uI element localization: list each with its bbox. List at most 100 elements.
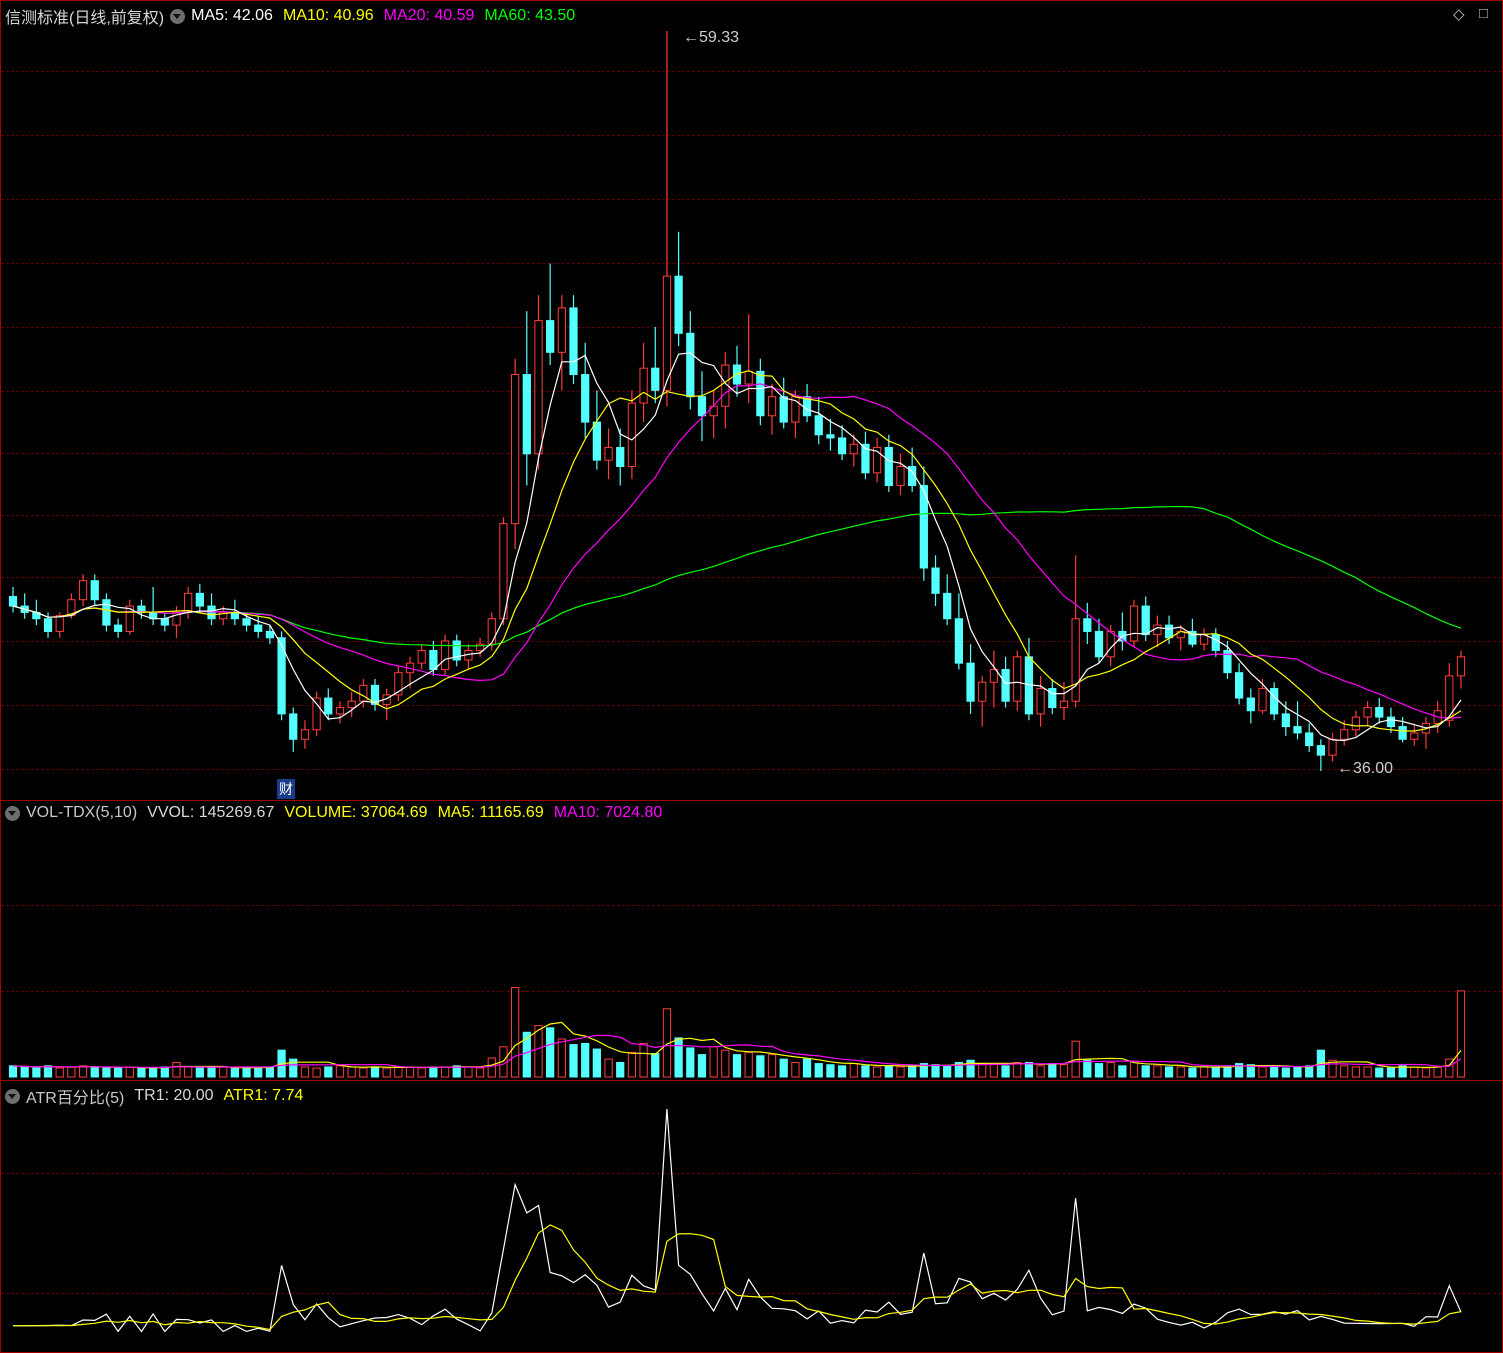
candle-body [616, 446, 625, 467]
candle-body [1281, 713, 1290, 728]
volume-pane[interactable]: VOL-TDX(5,10) VVOL: 145269.67 VOLUME: 37… [0, 800, 1503, 1081]
window-icon[interactable]: □ [1479, 5, 1488, 22]
candle-body [522, 374, 531, 455]
candle-body [1141, 605, 1150, 636]
volume-bar [1258, 1066, 1267, 1078]
kline-pane[interactable]: 信测标准(日线,前复权) MA5: 42.06 MA10: 40.96 MA20… [0, 0, 1503, 801]
volume-bar [569, 1044, 578, 1078]
volume-bar [1410, 1066, 1419, 1078]
volume-bar [767, 1054, 777, 1078]
candle-body [814, 415, 823, 436]
volume-bar [394, 1066, 403, 1078]
volume-bar [674, 1037, 683, 1078]
diamond-icon[interactable]: ◇ [1453, 5, 1465, 23]
volume-bar [370, 1066, 380, 1078]
volume-bar [511, 987, 520, 1078]
candle-body [184, 592, 193, 613]
volume-bar [172, 1061, 181, 1078]
volume-bar [873, 1066, 882, 1078]
volume-bar [195, 1067, 204, 1078]
volume-bar [1293, 1066, 1302, 1078]
volume-value: VOLUME: 37064.69 [284, 804, 428, 821]
volume-bar [67, 1066, 76, 1078]
candle-body [195, 592, 204, 607]
finance-badge[interactable]: 财 [277, 779, 295, 799]
vol-ma5-value: MA5: 11165.69 [437, 804, 544, 821]
atr-indicator-name[interactable]: ATR百分比(5) [26, 1084, 124, 1108]
volume-bar [347, 1066, 356, 1078]
candle-body [160, 618, 169, 626]
candle-body [43, 618, 53, 632]
candle-body [429, 649, 438, 670]
volume-bar [931, 1064, 940, 1078]
volume-bar [1188, 1067, 1197, 1078]
volume-bar [335, 1065, 345, 1078]
collapse-icon[interactable] [170, 8, 186, 24]
volume-bar [1164, 1066, 1174, 1078]
volume-bar [592, 1048, 601, 1078]
volume-bar [359, 1067, 368, 1078]
volume-bar [125, 1066, 134, 1078]
candle-body [1246, 697, 1255, 712]
vol-indicator-name[interactable]: VOL-TDX(5,10) [26, 804, 137, 822]
candle-body [1386, 716, 1396, 728]
volume-bar [137, 1067, 146, 1078]
volume-bar [219, 1066, 228, 1078]
candle-body [826, 434, 835, 439]
candle-body [55, 615, 64, 632]
volume-bar [230, 1067, 239, 1078]
volume-bar [464, 1066, 473, 1078]
candle-body [1071, 618, 1080, 702]
candle-body [1375, 707, 1384, 718]
volume-bar [627, 1051, 637, 1078]
candle-body [1398, 726, 1407, 740]
high-price-value: 59.33 [699, 29, 740, 46]
main-legend: 信测标准(日线,前复权) MA5: 42.06 MA10: 40.96 MA20… [5, 4, 585, 28]
volume-bar [475, 1067, 485, 1078]
candle-body [312, 697, 321, 731]
volume-bar [989, 1064, 999, 1078]
volume-bar [1153, 1065, 1162, 1078]
volume-bar [1433, 1066, 1442, 1078]
low-price-value: 36.00 [1353, 760, 1394, 777]
volume-bar [429, 1066, 438, 1078]
candle-body [779, 396, 788, 423]
candle-body [487, 618, 496, 645]
volume-bar [1036, 1065, 1045, 1078]
ma60-line [12, 505, 1462, 647]
collapse-icon[interactable] [5, 1088, 20, 1104]
stock-title[interactable]: 信测标准(日线,前复权) [5, 4, 164, 28]
volume-bar [1176, 1066, 1185, 1078]
candle-body [581, 374, 590, 423]
volume-bar [207, 1067, 216, 1078]
candle-body [592, 421, 601, 461]
volume-bar [90, 1066, 99, 1078]
candle-body [686, 332, 695, 398]
high-price-label: ←59.33 [683, 29, 740, 46]
candle-body [254, 624, 263, 632]
volume-legend: VOL-TDX(5,10) VVOL: 145269.67 VOLUME: 37… [5, 804, 672, 822]
volume-bar [581, 1042, 590, 1078]
candle-body [943, 592, 952, 620]
candle-body [277, 637, 286, 715]
ma20-value: MA20: 40.59 [383, 7, 475, 24]
volume-bar [1059, 1064, 1069, 1078]
candle-body [113, 624, 123, 632]
volume-bar [546, 1027, 555, 1078]
volume-bar [1340, 1065, 1349, 1078]
volume-bar [639, 1042, 648, 1078]
volume-bar [1048, 1063, 1057, 1078]
candle-body [1094, 630, 1104, 658]
candle-body [1316, 745, 1325, 756]
atr-pane[interactable]: ATR百分比(5) TR1: 20.00 ATR1: 7.74 [0, 1080, 1503, 1353]
volume-bar [1199, 1066, 1209, 1078]
candle-body [534, 320, 543, 455]
collapse-icon[interactable] [5, 805, 20, 821]
volume-bar [826, 1064, 835, 1078]
volume-bar [405, 1066, 415, 1078]
kline-chart [8, 31, 1466, 771]
volume-bar [8, 1065, 18, 1078]
candle-body [78, 580, 88, 601]
volume-bar [616, 1061, 625, 1078]
ma20-line [12, 383, 1462, 719]
